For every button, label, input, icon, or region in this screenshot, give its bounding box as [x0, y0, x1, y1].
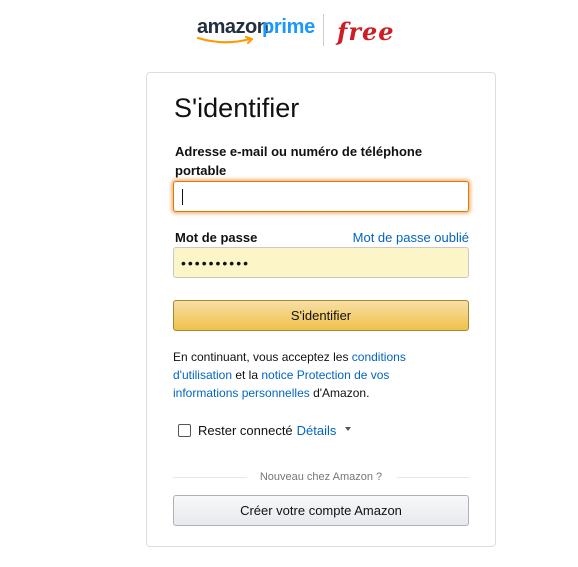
divider-line-right: [397, 477, 469, 478]
text-cursor: [182, 189, 183, 205]
create-account-button[interactable]: Créer votre compte Amazon: [173, 495, 469, 526]
caret-down-icon[interactable]: [345, 427, 352, 431]
logo-divider: [323, 14, 324, 46]
amazon-smile-icon: [196, 36, 253, 44]
legal-middle: et la: [232, 368, 262, 382]
page-title: S'identifier: [174, 93, 300, 123]
email-label: Adresse e-mail ou numéro de téléphone po…: [175, 144, 423, 178]
legal-suffix: d'Amazon.: [309, 386, 370, 400]
new-customer-divider: Nouveau chez Amazon ?: [173, 470, 469, 484]
password-field[interactable]: [173, 247, 469, 278]
remember-me-checkbox[interactable]: [178, 423, 191, 437]
remember-me-row: Rester connecté Détails: [178, 421, 352, 439]
legal-notice: En continuant, vous acceptez les conditi…: [173, 348, 423, 402]
free-logo-text: free: [337, 17, 395, 46]
email-field[interactable]: [173, 181, 469, 212]
brand-header: amazon prime free: [0, 14, 578, 50]
details-link[interactable]: Détails: [297, 423, 337, 438]
signin-button[interactable]: S'identifier: [173, 300, 469, 331]
prime-logo-text: prime: [262, 16, 315, 38]
password-label: Mot de passe: [175, 230, 258, 245]
remember-me-label[interactable]: Rester connecté: [198, 423, 293, 438]
legal-prefix: En continuant, vous acceptez les: [173, 350, 352, 364]
forgot-password-link[interactable]: Mot de passe oublié: [353, 228, 469, 247]
signin-card: S'identifier Adresse e-mail ou numéro de…: [146, 72, 496, 547]
